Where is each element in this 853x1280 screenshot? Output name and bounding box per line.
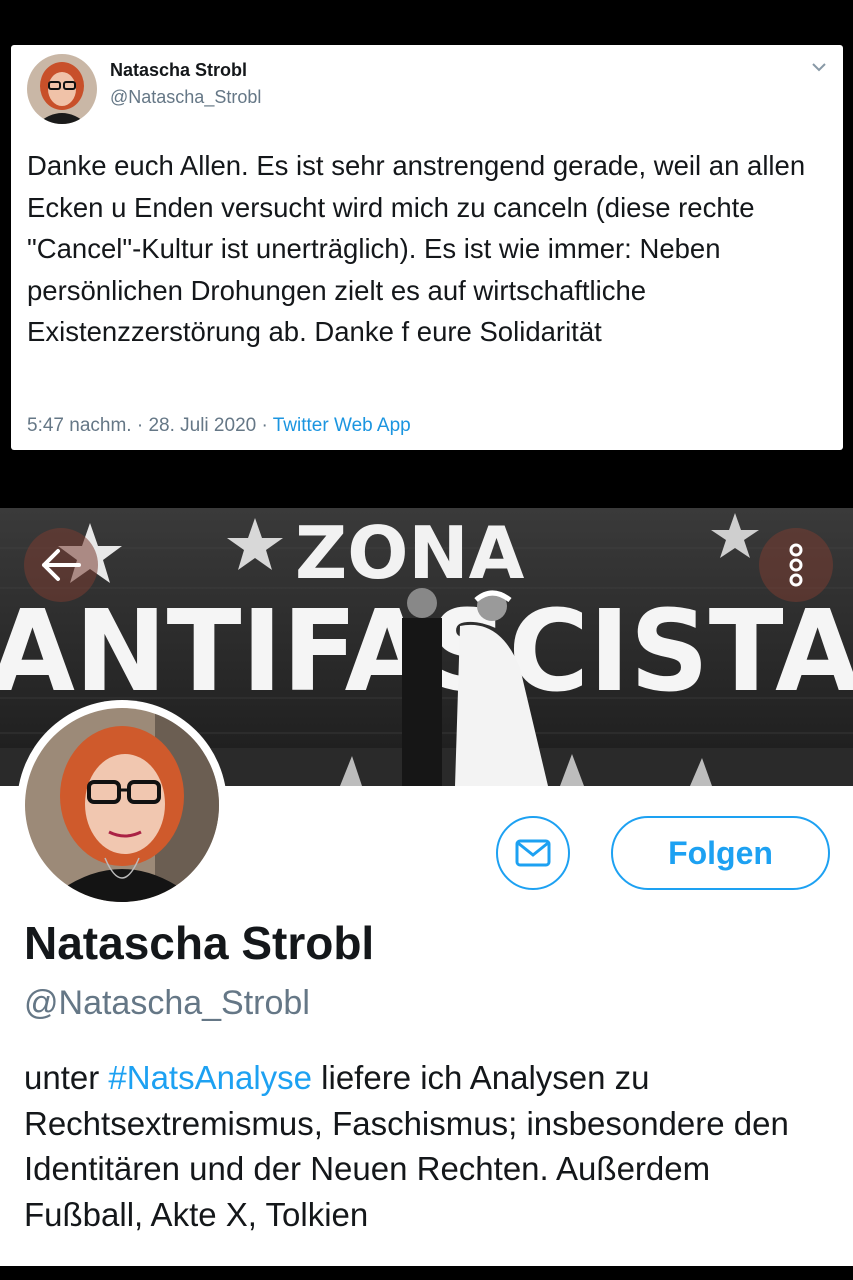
tweet-meta: 5:47 nachm. · 28. Juli 2020 · Twitter We… (27, 415, 411, 437)
profile-avatar[interactable] (17, 700, 227, 910)
tweet-text: Danke euch Allen. Es ist sehr anstrengen… (27, 150, 813, 347)
profile-handle: @Natascha_Strobl (24, 984, 310, 1022)
bio-prefix: unter (24, 1059, 109, 1096)
banner-text-zona: ZONA (295, 511, 525, 595)
follow-button[interactable]: Folgen (611, 816, 830, 890)
chevron-down-icon[interactable] (809, 57, 829, 77)
bio-hashtag-link[interactable]: #NatsAnalyse (108, 1059, 312, 1096)
tweet-author-avatar[interactable] (27, 54, 97, 124)
message-button[interactable] (496, 816, 570, 890)
tweet-source-link[interactable]: Twitter Web App (273, 415, 411, 436)
mail-icon (515, 839, 551, 867)
back-button[interactable] (24, 528, 98, 602)
tweet-author-name[interactable]: Natascha Strobl (110, 60, 247, 81)
more-vertical-icon (789, 543, 803, 587)
more-options-button[interactable] (759, 528, 833, 602)
profile-name: Natascha Strobl (24, 917, 375, 969)
profile-screen: ZONA ANTIFASCISTA (0, 508, 853, 1266)
profile-bio: unter #NatsAnalyse liefere ich Analysen … (24, 1055, 824, 1237)
arrow-left-icon (42, 549, 81, 581)
tweet-author-handle[interactable]: @Natascha_Strobl (110, 87, 261, 108)
tweet-timestamp[interactable]: 5:47 nachm. · 28. Juli 2020 · (27, 415, 273, 436)
tweet-card[interactable]: Natascha Strobl @Natascha_Strobl Danke e… (11, 45, 843, 450)
